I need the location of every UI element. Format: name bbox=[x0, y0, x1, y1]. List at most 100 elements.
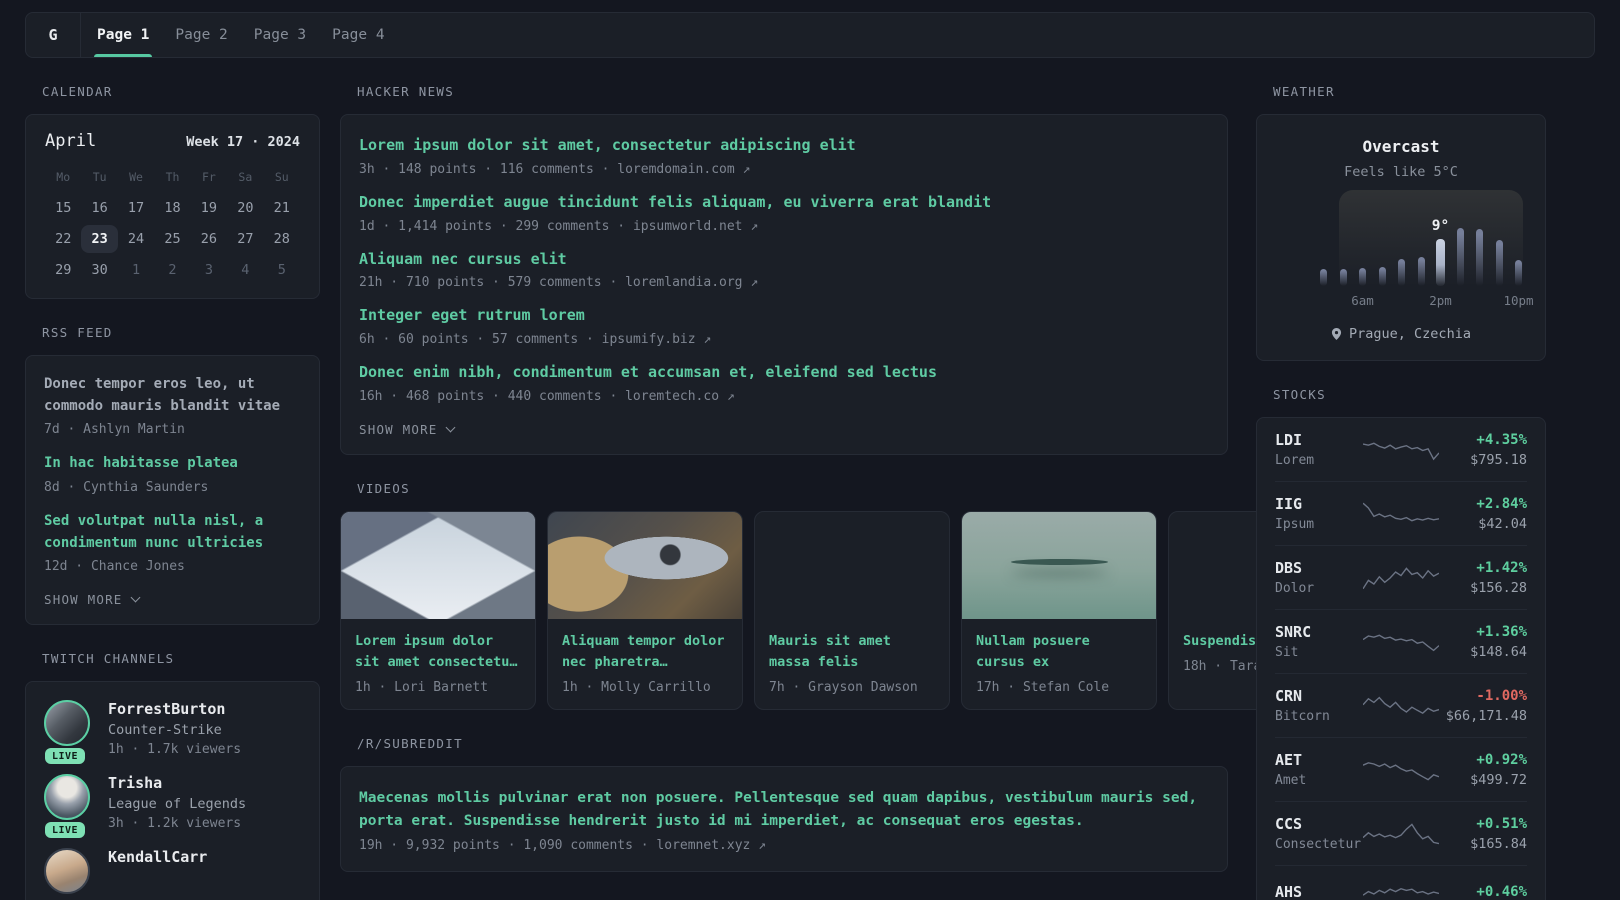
hn-item: Integer eget rutrum lorem 6h · 60 points… bbox=[359, 305, 1209, 347]
hn-domain-link[interactable]: loremdomain.com ↗ bbox=[617, 162, 750, 177]
left-column: CALENDAR April Week 17 · 2024 Mo Tu We Th Fr… bbox=[25, 84, 320, 900]
subreddit-post-title[interactable]: Maecenas mollis pulvinar erat non posuer… bbox=[359, 787, 1209, 833]
calendar-day-header: Th bbox=[165, 170, 180, 184]
widget-title-videos: VIDEOS bbox=[357, 480, 410, 496]
stock-change: +4.35% bbox=[1476, 431, 1527, 448]
stock-name: Ipsum bbox=[1275, 517, 1315, 532]
rss-card: Donec tempor eros leo, ut commodo mauris… bbox=[25, 355, 320, 626]
hn-show-more-button[interactable]: SHOW MORE bbox=[359, 421, 455, 437]
calendar-widget: CALENDAR April Week 17 · 2024 Mo Tu We Th Fr… bbox=[25, 84, 320, 299]
widget-title-calendar: CALENDAR bbox=[42, 84, 113, 99]
weather-bar bbox=[1417, 257, 1426, 286]
video-card[interactable]: Aliquam tempor dolor nec pharetra… 1h · … bbox=[547, 510, 743, 710]
calendar-day: 25 bbox=[164, 231, 181, 247]
hn-domain-link[interactable]: loremlandia.org ↗ bbox=[625, 275, 758, 290]
video-card[interactable]: Lorem ipsum dolor sit amet consectetu… 1… bbox=[340, 510, 536, 710]
stock-ticker: IIG bbox=[1275, 495, 1303, 513]
stock-row[interactable]: CRN Bitcorn -1.00% $66,171.48 bbox=[1275, 673, 1527, 737]
hn-domain-link[interactable]: ipsumify.biz ↗ bbox=[602, 332, 712, 347]
twitch-channel-meta: 1h · 1.7k viewers bbox=[108, 742, 242, 758]
stock-name: Lorem bbox=[1275, 453, 1315, 468]
twitch-channel[interactable]: LIVE ForrestBurton Counter-Strike 1h · 1… bbox=[44, 700, 301, 765]
stock-values: +1.42% $156.28 bbox=[1443, 560, 1527, 596]
rss-item-title[interactable]: Sed volutpat nulla nisl, a condimentum n… bbox=[44, 511, 301, 554]
stock-row[interactable]: AET Amet +0.92% $499.72 bbox=[1275, 737, 1527, 801]
rss-item-title[interactable]: In hac habitasse platea bbox=[44, 453, 301, 475]
stock-sparkline bbox=[1359, 499, 1443, 529]
app-logo: G bbox=[26, 13, 81, 57]
stock-sparkline bbox=[1359, 563, 1443, 593]
calendar-day: 4 bbox=[241, 262, 250, 278]
twitch-widget: TWITCH CHANNELS LIVE ForrestBurton Count… bbox=[25, 651, 320, 900]
hn-item-title[interactable]: Donec enim nibh, condimentum et accumsan… bbox=[359, 362, 1209, 384]
stock-ticker: CRN bbox=[1275, 687, 1303, 705]
stock-name: Dolor bbox=[1275, 581, 1315, 596]
header-tab[interactable]: Page 2 bbox=[175, 13, 227, 57]
video-thumbnail bbox=[962, 511, 1156, 619]
hn-item-meta: 1d · 1,414 points · 299 comments · ipsum… bbox=[359, 219, 1209, 234]
stock-sparkline bbox=[1359, 879, 1443, 900]
stocks-card: LDI Lorem +4.35% $795.18 IIG Ipsum +2.84… bbox=[1256, 417, 1546, 900]
header-bar: G Page 1 Page 2 Page 3 Page 4 bbox=[25, 12, 1595, 58]
widget-title-subreddit: /R/SUBREDDIT bbox=[357, 735, 463, 751]
video-card[interactable]: Mauris sit amet massa felis 7h · Grayson… bbox=[754, 510, 950, 710]
header-tab[interactable]: Page 3 bbox=[254, 13, 306, 57]
stock-name: Sit bbox=[1275, 645, 1299, 660]
stock-values: +4.35% $795.18 bbox=[1443, 432, 1527, 468]
stock-change: +0.92% bbox=[1476, 751, 1527, 768]
calendar-day-header: Su bbox=[274, 170, 289, 184]
hn-domain-link[interactable]: ipsumworld.net ↗ bbox=[633, 219, 758, 234]
twitch-channel-name: Trisha bbox=[108, 774, 163, 793]
video-body: Lorem ipsum dolor sit amet consectetu… 1… bbox=[341, 619, 535, 709]
stock-row[interactable]: CCS Consectetur +0.51% $165.84 bbox=[1275, 801, 1527, 865]
hn-item: Donec imperdiet augue tincidunt felis al… bbox=[359, 192, 1209, 234]
stock-ticker: LDI bbox=[1275, 431, 1303, 449]
video-meta: 1h · Molly Carrillo bbox=[562, 679, 711, 695]
stocks-widget: STOCKS LDI Lorem +4.35% $795.18 IIG Ipsu… bbox=[1256, 387, 1546, 900]
hn-domain-link[interactable]: loremtech.co ↗ bbox=[625, 389, 735, 404]
rss-item-meta: 12d · Chance Jones bbox=[44, 559, 185, 575]
hn-item-meta: 21h · 710 points · 579 comments · loreml… bbox=[359, 275, 1209, 290]
stock-row[interactable]: IIG Ipsum +2.84% $42.04 bbox=[1275, 481, 1527, 545]
rss-item-meta: 8d · Cynthia Saunders bbox=[44, 480, 209, 496]
stock-row[interactable]: DBS Dolor +1.42% $156.28 bbox=[1275, 545, 1527, 609]
header-tab[interactable]: Page 1 bbox=[93, 13, 153, 57]
calendar-day: 27 bbox=[237, 231, 254, 247]
video-card[interactable]: Suspendisse diam 18h · Tara bbox=[1168, 510, 1256, 710]
stock-row[interactable]: SNRC Sit +1.36% $148.64 bbox=[1275, 609, 1527, 673]
weather-condition: Overcast bbox=[1362, 137, 1440, 156]
hn-item-title[interactable]: Lorem ipsum dolor sit amet, consectetur … bbox=[359, 135, 1209, 157]
show-more-label: SHOW MORE bbox=[359, 421, 438, 437]
rss-item-title[interactable]: Donec tempor eros leo, ut commodo mauris… bbox=[44, 374, 301, 417]
hn-item-title[interactable]: Integer eget rutrum lorem bbox=[359, 305, 1209, 327]
stock-change: +1.42% bbox=[1476, 559, 1527, 576]
rss-show-more-button[interactable]: SHOW MORE bbox=[44, 592, 140, 607]
stock-sparkline bbox=[1359, 755, 1443, 785]
hn-meta-text: 16h · 468 points · 440 comments · bbox=[359, 388, 626, 404]
stock-price: $165.84 bbox=[1470, 835, 1527, 852]
rss-item: Sed volutpat nulla nisl, a condimentum n… bbox=[44, 511, 301, 574]
twitch-channel[interactable]: LIVE KendallCarr bbox=[44, 848, 301, 895]
subreddit-domain-link[interactable]: loremnet.xyz ↗ bbox=[656, 838, 766, 853]
calendar-week-year: Week 17 · 2024 bbox=[186, 134, 300, 150]
stock-values: +1.36% $148.64 bbox=[1443, 624, 1527, 660]
calendar-month: April bbox=[45, 131, 97, 151]
hackernews-widget: HACKER NEWS Lorem ipsum dolor sit amet, … bbox=[340, 84, 1228, 455]
stock-row[interactable]: AHS +0.46% bbox=[1275, 865, 1527, 900]
hn-item: Donec enim nibh, condimentum et accumsan… bbox=[359, 362, 1209, 404]
twitch-channel-name: ForrestBurton bbox=[108, 700, 226, 719]
calendar-day: 19 bbox=[200, 200, 218, 216]
hn-item-title[interactable]: Aliquam nec cursus elit bbox=[359, 249, 1209, 271]
twitch-channel[interactable]: LIVE Trisha League of Legends 3h · 1.2k … bbox=[44, 774, 301, 839]
weather-bar bbox=[1378, 267, 1387, 286]
subreddit-post: Maecenas mollis pulvinar erat non posuer… bbox=[359, 787, 1209, 853]
stock-id: CRN Bitcorn bbox=[1275, 687, 1359, 724]
hn-item-title[interactable]: Donec imperdiet augue tincidunt felis al… bbox=[359, 192, 1209, 214]
header-tab[interactable]: Page 4 bbox=[332, 13, 384, 57]
twitch-channel-name: KendallCarr bbox=[108, 848, 208, 867]
video-card[interactable]: Nullam posuere cursus ex 17h · Stefan Co… bbox=[961, 510, 1157, 710]
calendar-day: 3 bbox=[204, 262, 213, 278]
calendar-day-header: Mo bbox=[56, 170, 71, 184]
calendar-day: 22 bbox=[55, 231, 72, 247]
stock-row[interactable]: LDI Lorem +4.35% $795.18 bbox=[1275, 418, 1527, 481]
